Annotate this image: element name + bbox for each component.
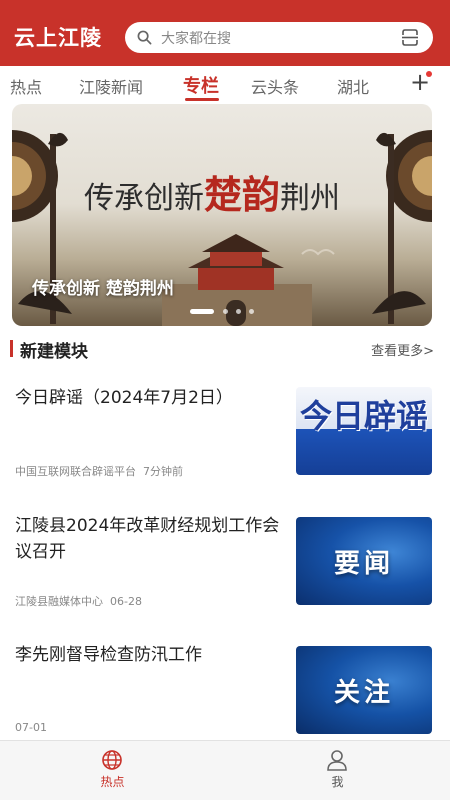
tab-cloud-headlines[interactable]: 云头条 [251, 74, 299, 98]
tab-jiangling-news[interactable]: 江陵新闻 [79, 74, 143, 98]
app-title: 云上江陵 [14, 26, 102, 50]
scan-icon[interactable] [401, 29, 419, 46]
app-header: 云上江陵 大家都在搜 [0, 0, 450, 66]
news-time: 7分钟前 [143, 465, 183, 478]
news-time: 06-28 [110, 595, 142, 608]
news-title[interactable]: 今日辟谣（2024年7月2日） [15, 385, 283, 411]
news-time: 07-01 [15, 721, 47, 734]
tab-hot[interactable]: 热点 [10, 74, 42, 98]
carousel-dot[interactable] [236, 309, 241, 314]
section-accent-bar [10, 340, 13, 357]
banner-headline-prefix: 传承创新 [84, 181, 204, 216]
news-item[interactable]: 江陵县2024年改革财经规划工作会议召开 江陵县融媒体中心 06-28 要闻 [0, 513, 450, 641]
carousel-dot[interactable] [249, 309, 254, 314]
banner-headline: 传承创新楚韵荆州 [84, 164, 340, 219]
search-icon [137, 30, 152, 45]
user-icon [327, 750, 347, 771]
notification-dot [426, 71, 432, 77]
news-item[interactable]: 今日辟谣（2024年7月2日） 中国互联网联合辟谣平台 7分钟前 今日辟谣 [0, 385, 450, 513]
news-thumbnail[interactable]: 关注 [296, 646, 432, 734]
bottom-nav: 热点 我 [0, 740, 450, 800]
nav-label: 我 [331, 775, 344, 789]
banner-headline-suffix: 荆州 [280, 181, 341, 216]
search-placeholder[interactable]: 大家都在搜 [161, 28, 231, 48]
nav-me[interactable]: 我 [225, 741, 450, 800]
tab-hubei[interactable]: 湖北 [337, 74, 369, 98]
channel-tabs: 热点 江陵新闻 专栏 云头条 湖北 + [0, 66, 450, 102]
news-thumbnail[interactable]: 今日辟谣 [296, 387, 432, 475]
banner-caption: 传承创新 楚韵荆州 [32, 279, 174, 299]
banner-carousel[interactable]: 传承创新楚韵荆州 传承创新 楚韵荆州 [12, 104, 432, 326]
tab-column[interactable]: 专栏 [183, 72, 219, 98]
news-source: 江陵县融媒体中心 [15, 595, 103, 608]
news-meta: 07-01 [15, 721, 47, 734]
search-bar[interactable]: 大家都在搜 [125, 22, 433, 53]
nav-hot[interactable]: 热点 [0, 741, 225, 800]
nav-label: 热点 [100, 775, 125, 789]
thumbnail-text: 今日辟谣 [299, 397, 428, 435]
thumbnail-text: 要闻 [333, 549, 394, 579]
active-tab-indicator [185, 98, 219, 101]
section-title: 新建模块 [20, 342, 88, 362]
news-source: 中国互联网联合辟谣平台 [15, 465, 136, 478]
globe-icon [102, 750, 122, 770]
news-title[interactable]: 李先刚督导检查防汛工作 [15, 642, 283, 668]
banner-headline-highlight: 楚韵 [204, 172, 281, 217]
carousel-dot[interactable] [223, 309, 228, 314]
news-meta: 中国互联网联合辟谣平台 7分钟前 [15, 463, 183, 479]
thumbnail-text: 关注 [333, 678, 394, 708]
news-meta: 江陵县融媒体中心 06-28 [15, 593, 142, 609]
view-more-link[interactable]: 查看更多> [371, 340, 434, 359]
section-header: 新建模块 查看更多> [0, 334, 450, 364]
carousel-dot[interactable] [190, 309, 214, 314]
news-thumbnail[interactable]: 要闻 [296, 517, 432, 605]
news-title[interactable]: 江陵县2024年改革财经规划工作会议召开 [15, 513, 283, 565]
